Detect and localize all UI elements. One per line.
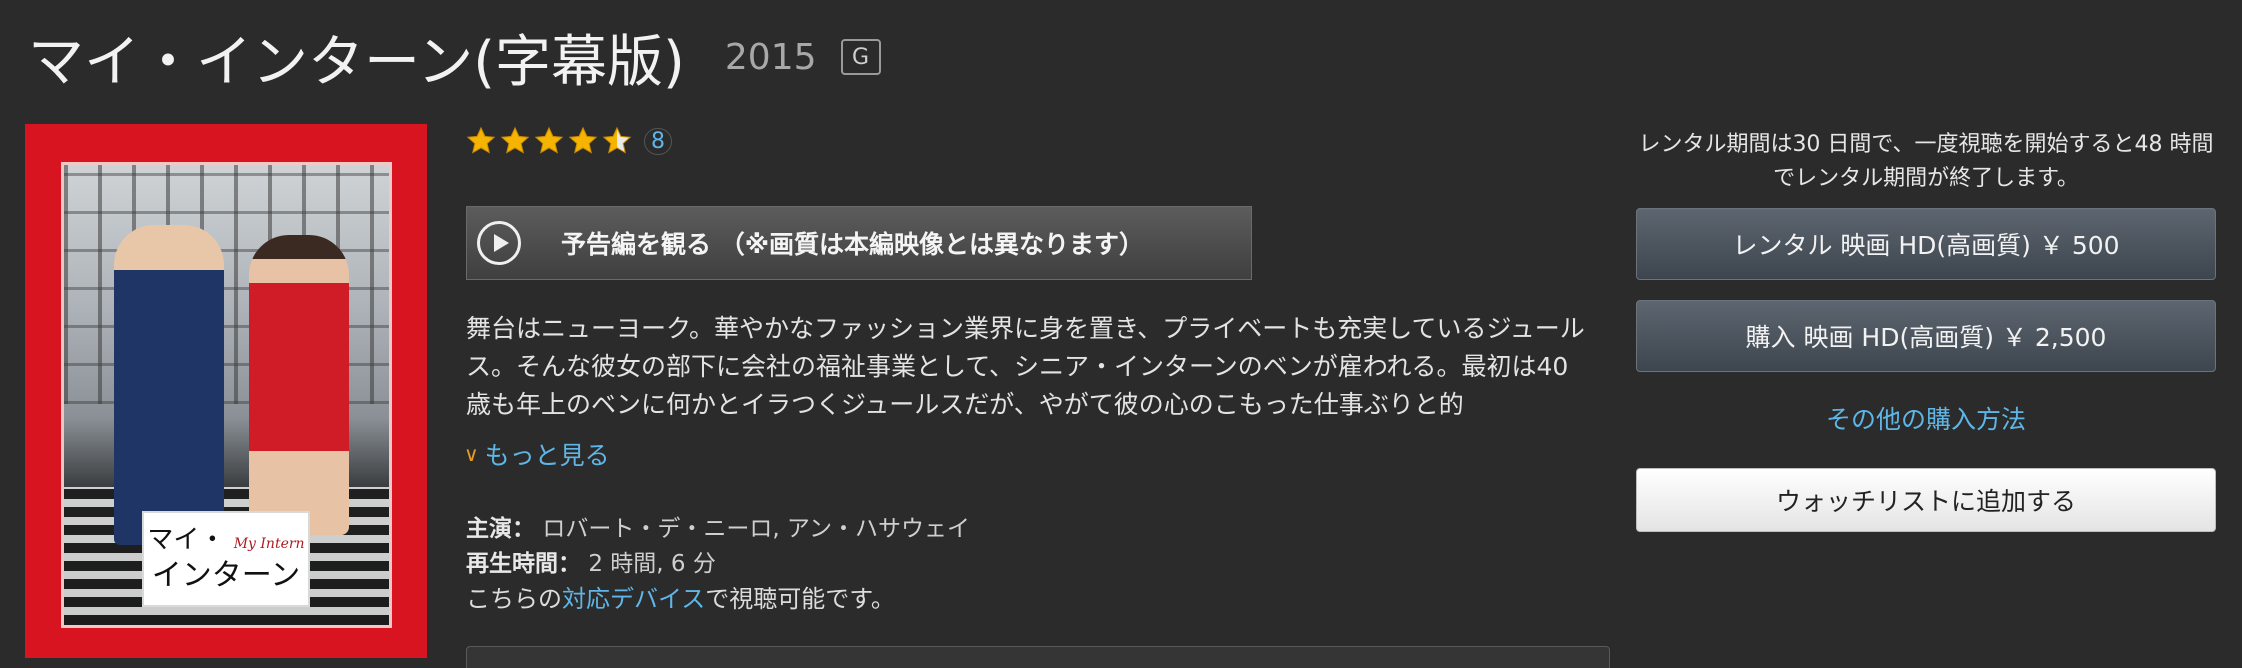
device-suffix: で視聴可能です。	[705, 585, 895, 613]
watch-trailer-button[interactable]: 予告編を観る （※画質は本編映像とは異なります）	[466, 206, 1252, 280]
rating-badge: G	[840, 39, 881, 75]
cast-value: ロバート・デ・ニーロ, アン・ハサウェイ	[542, 516, 971, 542]
play-circle-icon	[477, 221, 521, 265]
runtime-row: 再生時間： 2 時間, 6 分	[466, 547, 970, 582]
poster-figure-man	[114, 225, 224, 545]
runtime-value: 2 時間, 6 分	[588, 551, 716, 577]
review-count-link[interactable]: 8	[644, 127, 672, 155]
rent-hd-button[interactable]: レンタル 映画 HD(高画質) ￥ 500	[1636, 208, 2216, 280]
star-full-icon	[466, 126, 496, 154]
rental-period-note: レンタル期間は30 日間で、一度視聴を開始すると48 時間でレンタル期間が終了し…	[1638, 132, 2214, 191]
star-half-icon	[602, 126, 632, 154]
cast-row: 主演： ロバート・デ・ニーロ, アン・ハサウェイ	[466, 512, 970, 547]
star-full-icon	[568, 126, 598, 154]
poster-title-logo: マイ・ My Intern インターン	[142, 511, 310, 607]
poster-logo-english: My Intern	[233, 536, 305, 552]
poster-image: マイ・ My Intern インターン	[61, 162, 392, 628]
synopsis-text: 舞台はニューヨーク。華やかなファッション業界に身を置き、プライベートも充実してい…	[466, 314, 1585, 419]
trailer-button-label: 予告編を観る （※画質は本編映像とは異なります）	[561, 230, 1145, 259]
movie-detail-page: マイ・インターン(字幕版) 2015 G マイ・ My Intern インターン	[0, 0, 2242, 668]
poster-logo-line1: マイ・	[147, 525, 226, 555]
show-more-label: もっと見る	[484, 441, 610, 470]
movie-poster: マイ・ My Intern インターン	[25, 124, 427, 658]
chevron-down-icon: ∨	[464, 442, 479, 466]
star-full-icon	[500, 126, 530, 154]
runtime-label: 再生時間：	[466, 551, 581, 577]
title-row: マイ・インターン(字幕版) 2015 G	[28, 14, 881, 100]
device-prefix: こちらの	[466, 585, 562, 613]
buy-hd-button[interactable]: 購入 映画 HD(高画質) ￥ 2,500	[1636, 300, 2216, 372]
page-title: マイ・インターン(字幕版)	[28, 29, 685, 95]
star-full-icon	[534, 126, 564, 154]
release-year: 2015	[724, 36, 817, 78]
show-more-link[interactable]: ∨ もっと見る	[464, 436, 610, 472]
customer-rating[interactable]: 8	[466, 126, 672, 156]
poster-figure-woman	[249, 235, 349, 535]
additional-panel	[466, 646, 1610, 668]
other-purchase-options-link[interactable]: その他の購入方法	[1636, 400, 2216, 436]
poster-logo-line2: インターン	[151, 558, 301, 593]
supported-devices-link[interactable]: 対応デバイス	[562, 585, 705, 613]
movie-details: 主演： ロバート・デ・ニーロ, アン・ハサウェイ 再生時間： 2 時間, 6 分…	[466, 512, 970, 617]
add-to-watchlist-button[interactable]: ウォッチリストに追加する	[1636, 468, 2216, 532]
device-row: こちらの対応デバイスで視聴可能です。	[466, 582, 970, 617]
cast-label: 主演：	[466, 516, 535, 542]
